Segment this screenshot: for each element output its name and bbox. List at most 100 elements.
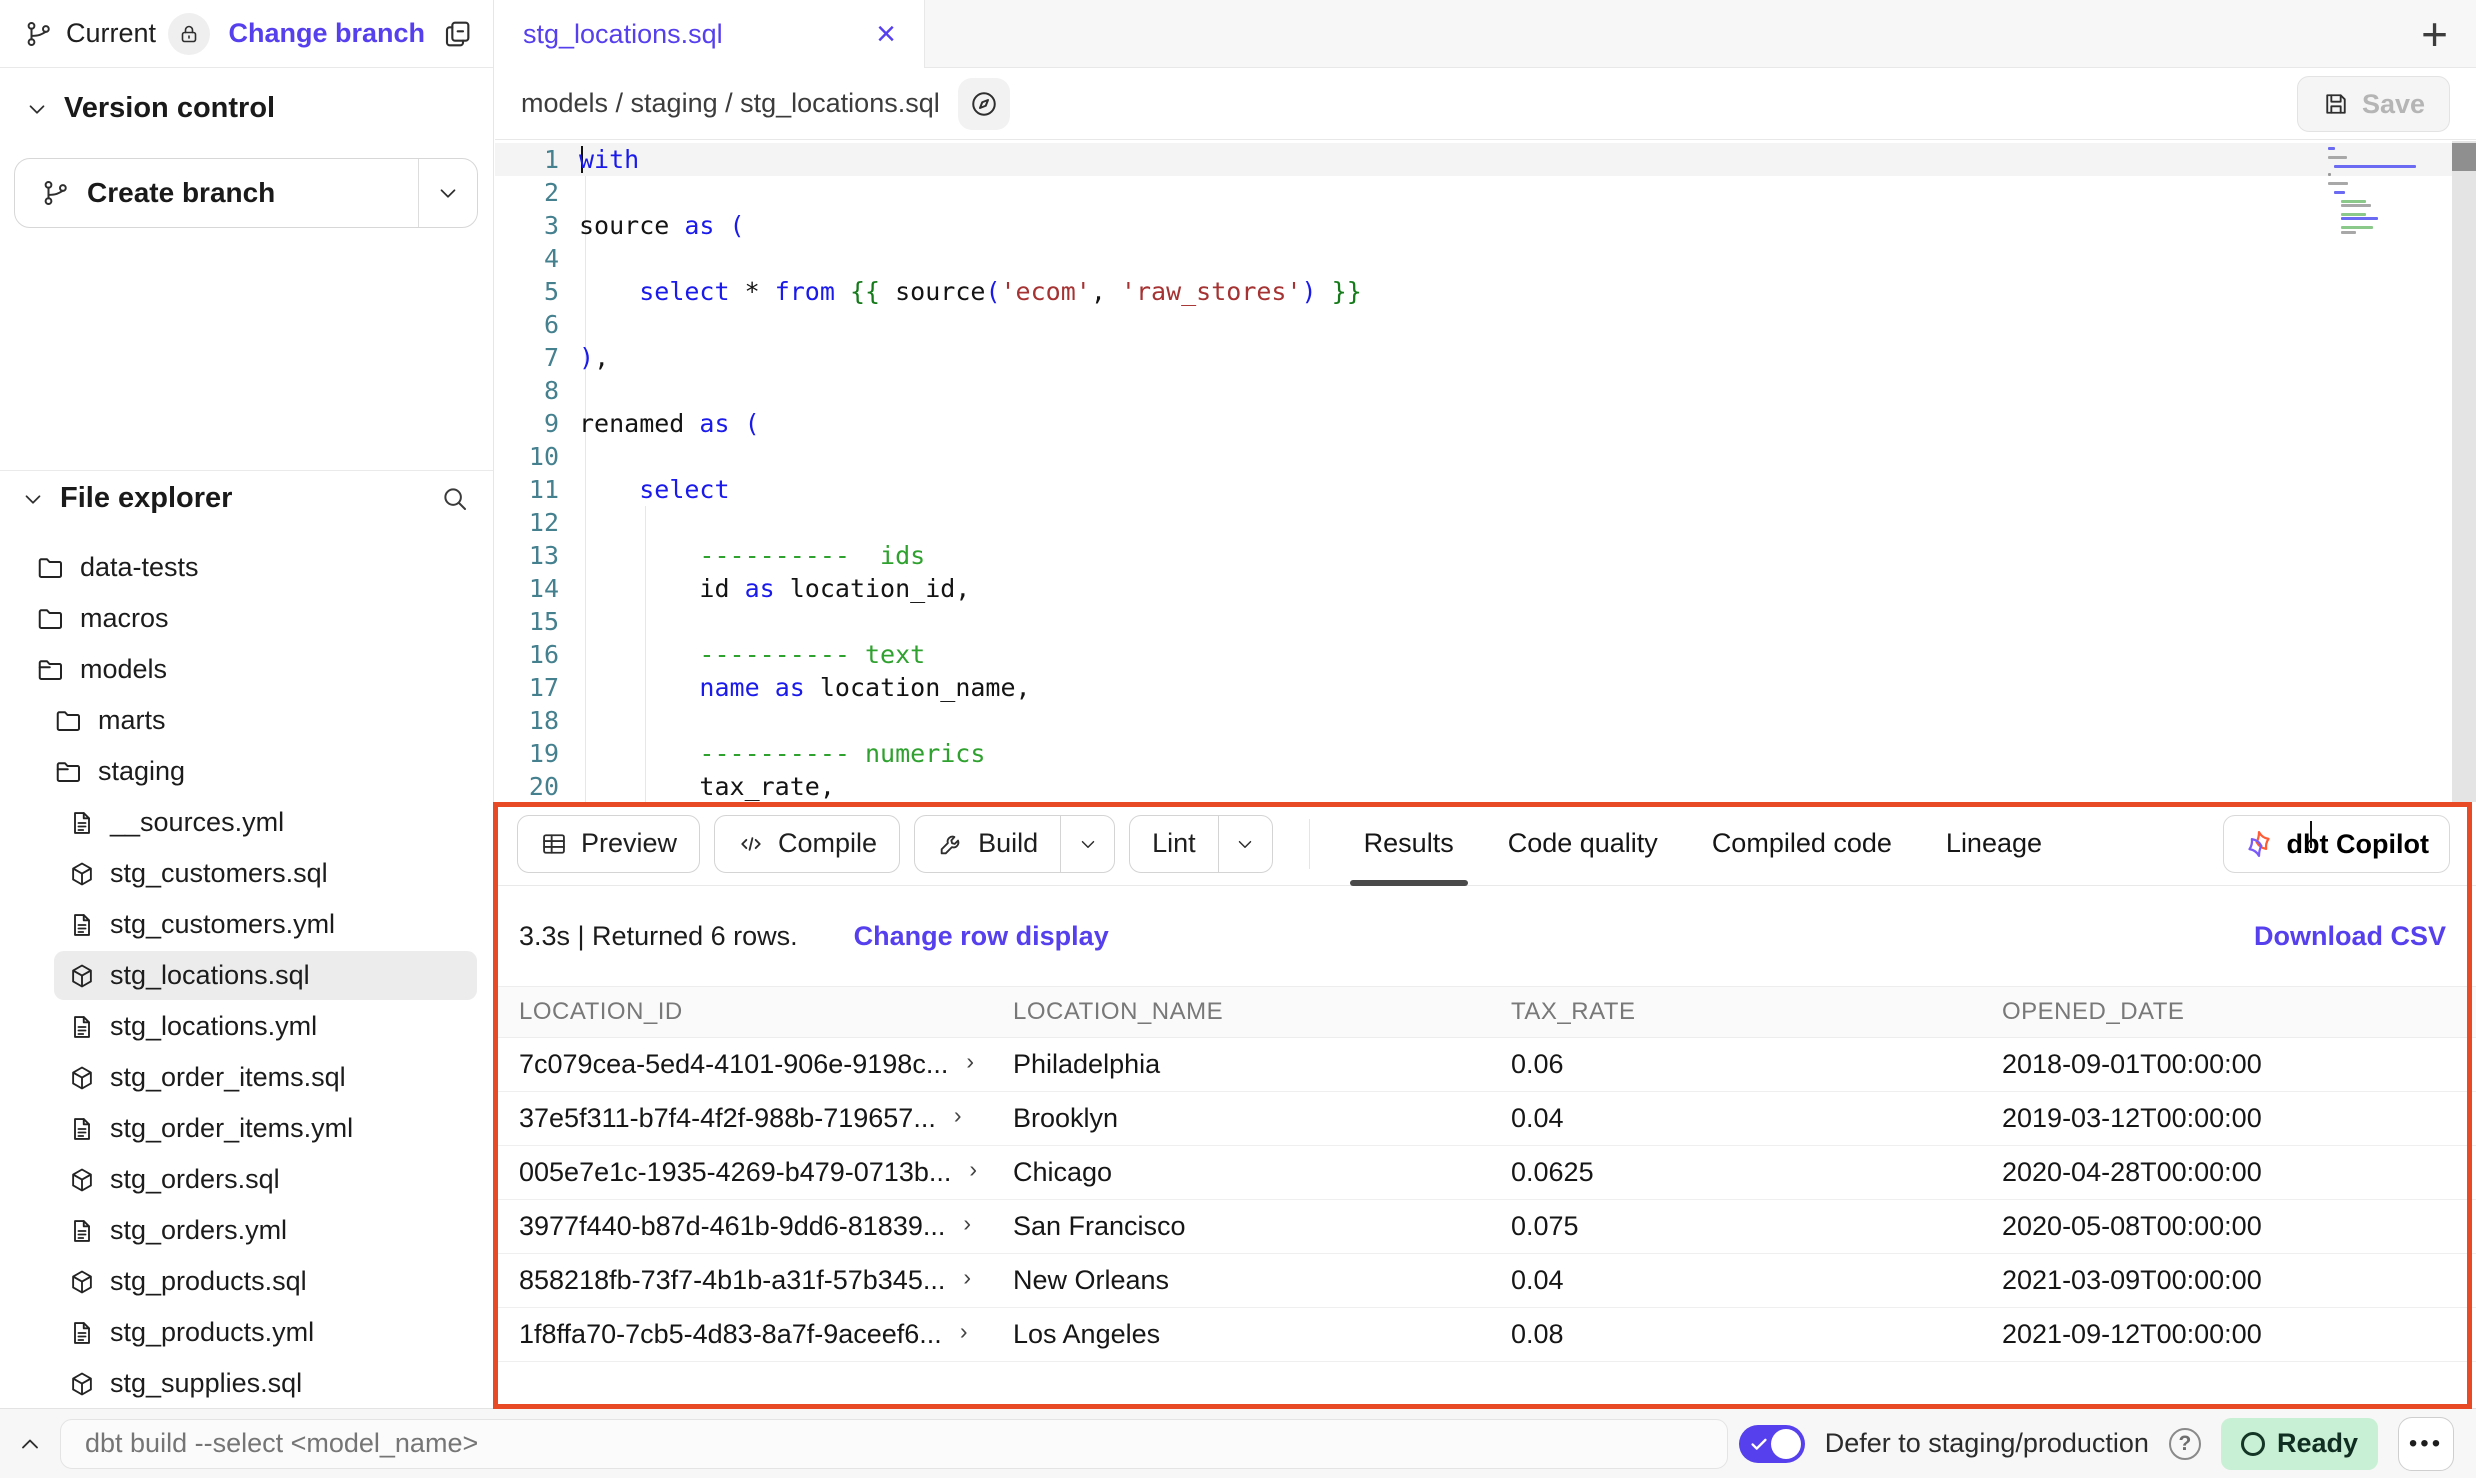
row-expander-icon[interactable]: › [963,1210,971,1237]
code-line: select * from {{ source('ecom', 'raw_sto… [579,275,2316,308]
file-tree-item-stg-locations-sql[interactable]: stg_locations.sql [0,950,493,1001]
line-number: 20 [495,770,559,802]
file-name: stg_customers.yml [110,909,335,940]
table-row[interactable]: 1f8ffa70-7cb5-4d83-8a7f-9aceef6...›Los A… [495,1308,2476,1362]
toolbar-separator [1309,819,1310,869]
file-explorer-header[interactable]: File explorer [20,482,474,515]
chevron-up-icon [16,1430,44,1458]
code-line: name as location_name, [579,671,2316,704]
more-options-button[interactable]: ••• [2398,1417,2454,1471]
file-name: stg_products.yml [110,1317,314,1348]
lineage-compass-button[interactable] [958,78,1010,130]
line-number: 19 [495,737,559,770]
cell-location-name: Los Angeles [1013,1319,1511,1350]
panel-tab-compiled-code[interactable]: Compiled code [1712,802,1892,885]
copy-icon[interactable] [441,18,473,50]
create-branch-main[interactable]: Create branch [15,159,419,227]
lint-button[interactable]: Lint [1130,816,1218,872]
row-expander-icon[interactable]: › [960,1318,968,1345]
table-row[interactable]: 858218fb-73f7-4b1b-a31f-57b345...›New Or… [495,1254,2476,1308]
download-csv-link[interactable]: Download CSV [2254,921,2446,952]
cell-location-id-wrap: 858218fb-73f7-4b1b-a31f-57b345...› [495,1265,1013,1296]
chevron-down-icon [2310,821,2312,848]
scrollbar-thumb[interactable] [2452,143,2476,171]
close-tab-icon[interactable]: × [876,17,896,51]
folder-icon [36,604,66,634]
panel-tab-lineage[interactable]: Lineage [1946,802,2042,885]
code-line: ---------- ids [579,539,2316,572]
editor-scrollbar [2452,141,2476,802]
save-label: Save [2362,89,2425,120]
panel-toolbar: Preview Compile Build Lint Results Code q… [495,802,2476,886]
status-ready-badge[interactable]: Ready [2221,1418,2378,1470]
dbt-copilot-button[interactable]: dbt Copilot [2223,815,2450,873]
results-table: LOCATION_IDLOCATION_NAMETAX_RATEOPENED_D… [495,986,2476,1362]
new-tab-button[interactable]: + [2421,11,2448,57]
row-expander-icon[interactable]: › [954,1102,962,1129]
code-brackets-icon [737,830,765,858]
file-tree-item-stg-products-sql[interactable]: stg_products.sql [0,1256,493,1307]
code-content[interactable]: withsource as ( select * from {{ source(… [579,143,2316,802]
line-numbers: 1234567891011121314151617181920 [495,143,579,802]
minimap[interactable] [2328,147,2446,327]
model-icon [68,1268,96,1296]
change-row-display-link[interactable]: Change row display [854,921,1109,952]
doc-icon [68,911,96,939]
file-tree-item-staging[interactable]: staging [0,746,493,797]
check-icon [1748,1433,1770,1455]
file-tree-item-models[interactable]: models [0,644,493,695]
file-tree-item-stg-orders-sql[interactable]: stg_orders.sql [0,1154,493,1205]
change-branch-link[interactable]: Change branch [228,18,425,49]
file-tree-item-stg-locations-yml[interactable]: stg_locations.yml [0,1001,493,1052]
dbt-command-input[interactable] [60,1419,1728,1469]
line-number: 18 [495,704,559,737]
table-row[interactable]: 3977f440-b87d-461b-9dd6-81839...›San Fra… [495,1200,2476,1254]
code-editor[interactable]: 1234567891011121314151617181920 withsour… [495,141,2476,802]
lint-dropdown[interactable] [1218,816,1272,872]
code-line [579,704,2316,737]
current-branch-label: Current [66,18,156,49]
code-line [579,440,2316,473]
file-tree-item-stg-supplies-sql[interactable]: stg_supplies.sql [0,1358,493,1409]
row-expander-icon[interactable]: › [969,1156,977,1183]
model-icon [68,1370,96,1398]
cell-location-name: Brooklyn [1013,1103,1511,1134]
version-control-header[interactable]: Version control [24,92,275,125]
compass-icon [969,89,999,119]
row-expander-icon[interactable]: › [966,1048,974,1075]
file-tree-item-stg-order-items-yml[interactable]: stg_order_items.yml [0,1103,493,1154]
save-button[interactable]: Save [2297,76,2450,132]
column-header-opened_date: OPENED_DATE [2002,998,2476,1026]
file-tree-item--sources-yml[interactable]: __sources.yml [0,797,493,848]
build-dropdown[interactable] [1060,816,1114,872]
build-button[interactable]: Build [915,816,1060,872]
preview-button[interactable]: Preview [517,815,700,873]
file-tree-item-stg-customers-yml[interactable]: stg_customers.yml [0,899,493,950]
file-tree-item-data-tests[interactable]: data-tests [0,542,493,593]
help-icon[interactable]: ? [2169,1428,2201,1460]
search-icon[interactable] [440,484,470,514]
tab-stg-locations[interactable]: stg_locations.sql × [495,0,925,68]
defer-toggle[interactable] [1739,1425,1805,1463]
file-tree-item-stg-customers-sql[interactable]: stg_customers.sql [0,848,493,899]
file-tree-item-marts[interactable]: marts [0,695,493,746]
table-row[interactable]: 005e7e1c-1935-4269-b479-0713b...›Chicago… [495,1146,2476,1200]
panel-tab-results[interactable]: Results [1364,802,1454,885]
query-summary: 3.3s | Returned 6 rows. [519,921,798,952]
doc-icon [68,809,96,837]
file-tree-item-stg-order-items-sql[interactable]: stg_order_items.sql [0,1052,493,1103]
dbt-copilot-logo-icon [2244,829,2274,859]
collapse-panel-icon[interactable] [0,1430,60,1458]
table-row[interactable]: 7c079cea-5ed4-4101-906e-9198c...›Philade… [495,1038,2476,1092]
create-branch-dropdown[interactable] [419,159,477,227]
file-tree-item-stg-orders-yml[interactable]: stg_orders.yml [0,1205,493,1256]
line-number: 13 [495,539,559,572]
compile-button[interactable]: Compile [714,815,900,873]
file-tree-item-stg-products-yml[interactable]: stg_products.yml [0,1307,493,1358]
panel-tab-code-quality[interactable]: Code quality [1508,802,1658,885]
build-label: Build [978,828,1038,859]
row-expander-icon[interactable]: › [963,1264,971,1291]
code-line: ---------- text [579,638,2316,671]
table-row[interactable]: 37e5f311-b7f4-4f2f-988b-719657...›Brookl… [495,1092,2476,1146]
file-tree-item-macros[interactable]: macros [0,593,493,644]
